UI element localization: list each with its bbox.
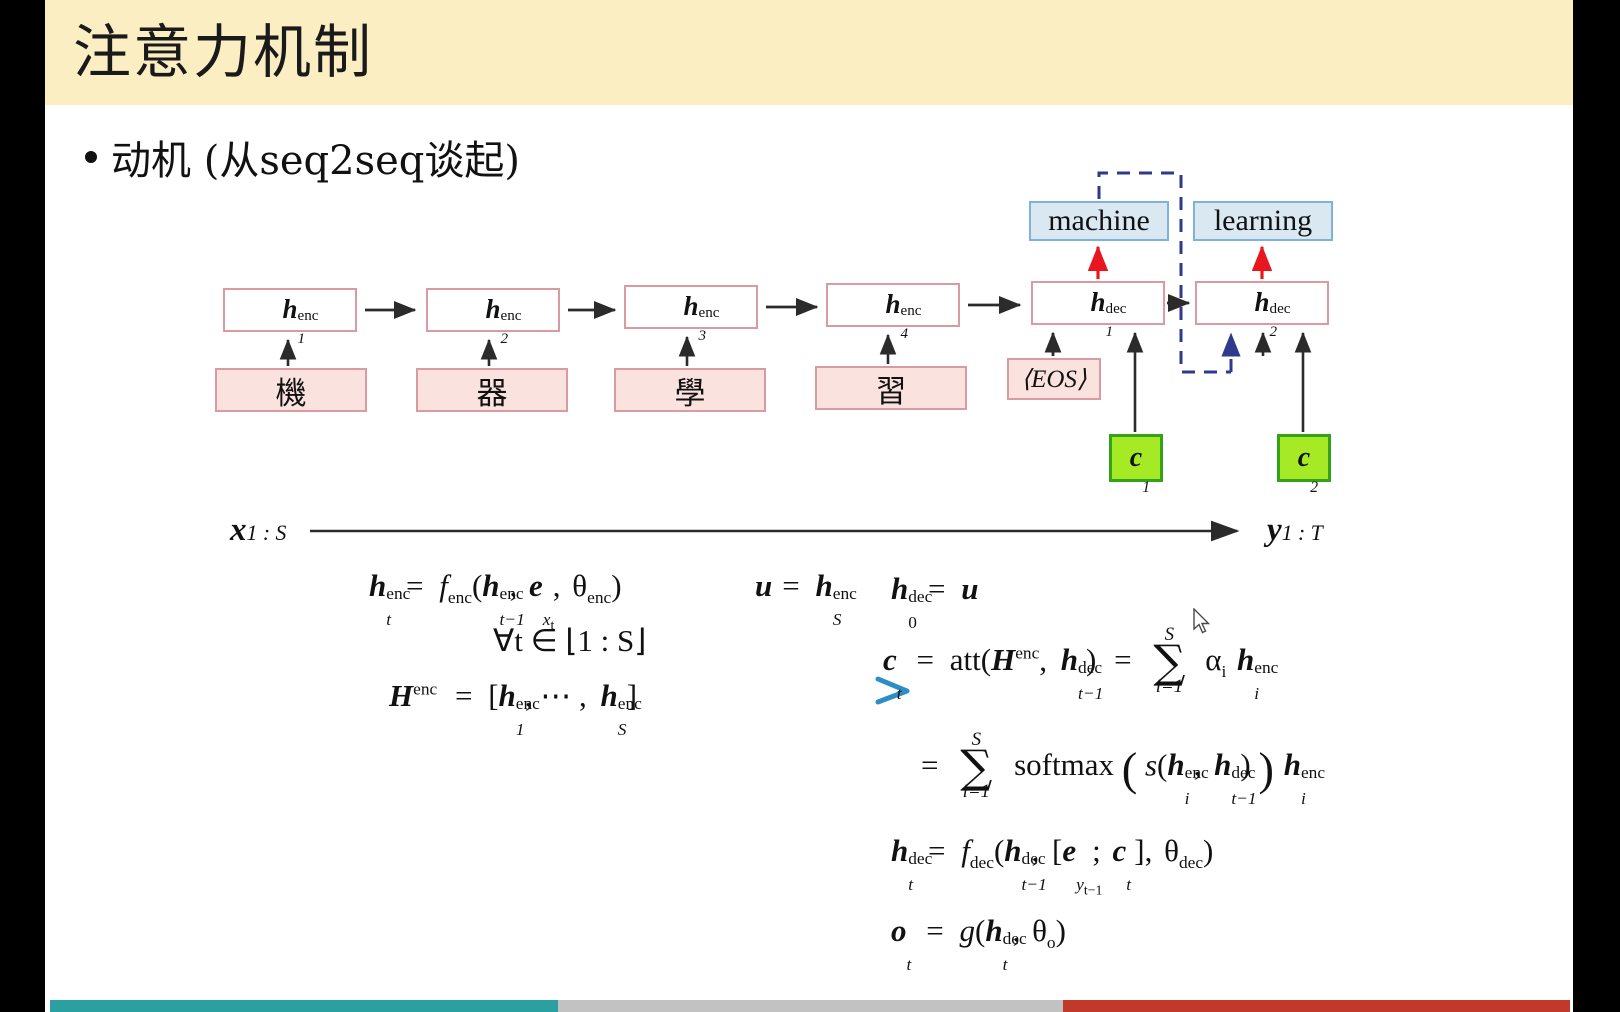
encoder-token-box-2: 器: [416, 368, 568, 412]
context-vector-box-1: c1: [1109, 434, 1163, 496]
context-vector-box-2: c2: [1277, 434, 1331, 496]
axis-label-y: y1 : T: [1267, 512, 1323, 548]
axis-label-x: x1 : S: [230, 512, 287, 548]
enc-sub-2: 2: [500, 331, 509, 348]
encoder-token-2: 器: [476, 375, 508, 412]
slide-screenshot: 注意力机制 动机 (从seq2seq谈起) h enc 1 h enc 2 h enc 3 …: [0, 0, 1620, 1012]
equation-context-line1: ct = att(Henc, h dec t−1) = S ∑ i=1 αi h enc i: [883, 624, 1279, 703]
decoder-output-2: learning: [1213, 204, 1313, 237]
decoder-state-box-2: h dec 2: [1195, 281, 1329, 340]
encoder-state-box-1: h enc 1: [223, 288, 357, 347]
bottom-progress-bar[interactable]: [0, 1000, 1620, 1012]
bar-segment-red[interactable]: [1063, 1000, 1570, 1012]
equation-context-line2: = S ∑ i=1 softmax ( s(h enc i, h dec t−1) ) he…: [921, 729, 1326, 808]
decoder-state-box-1: h dec 1: [1031, 281, 1165, 340]
axis-label-x-sub: 1 : S: [246, 521, 287, 545]
equation-u-def: u = h enc S: [755, 568, 857, 629]
decoder-input-eos: ⟨EOS⟩: [1021, 366, 1087, 393]
equation-output: ot = g(h dec t, θo): [891, 913, 1066, 974]
enc-sub-4: 4: [900, 326, 909, 343]
slide-page: 注意力机制 动机 (从seq2seq谈起) h enc 1 h enc 2 h enc 3 …: [45, 0, 1573, 1012]
decoder-input-box-eos: ⟨EOS⟩: [1007, 358, 1101, 400]
bullet-item: 动机 (从seq2seq谈起): [85, 128, 520, 186]
encoder-token-3: 學: [674, 375, 706, 412]
bullet-marker: [85, 151, 97, 163]
enc-sup-3: enc: [698, 305, 720, 322]
bullet-text: 动机 (从seq2seq谈起): [111, 138, 520, 184]
encoder-token-box-3: 學: [614, 368, 766, 412]
encoder-state-box-2: h enc 2: [426, 288, 560, 347]
equation-encoder-quantifier: ∀t ∈ ⌊1 : S⌋: [493, 623, 647, 658]
dec-sup-2: dec: [1269, 301, 1291, 318]
dec-sup-1: dec: [1105, 301, 1127, 318]
encoder-token-4: 習: [875, 373, 907, 410]
encoder-token-box-4: 習: [815, 366, 967, 410]
encoder-token-1: 機: [275, 375, 307, 412]
page-title: 注意力机制: [73, 18, 374, 86]
bar-segment-teal[interactable]: [50, 1000, 558, 1012]
decoder-output-box-2: learning: [1193, 201, 1333, 241]
encoder-state-box-4: h enc 4: [826, 283, 960, 342]
enc-sup-4: enc: [900, 303, 922, 320]
enc-sup-2: enc: [500, 308, 522, 325]
encoder-token-box-1: 機: [215, 368, 367, 412]
equation-decoder-recurrence: h dec t = fdec(h dec t−1, [e yt−1; c t], θdec): [891, 833, 1214, 899]
enc-sup-1: enc: [297, 308, 319, 325]
equation-h0-def: h dec 0 = u: [891, 571, 979, 632]
encoder-state-box-3: h enc 3: [624, 285, 758, 344]
enc-sub-3: 3: [698, 328, 707, 345]
dec-sub-2: 2: [1269, 324, 1278, 341]
decoder-output-1: machine: [1048, 204, 1150, 237]
dec-sub-1: 1: [1105, 324, 1114, 341]
context-sub-1: 1: [1142, 479, 1151, 497]
equation-encoder-matrix: Henc = [h enc 1, ⋯ , h enc S]: [389, 678, 642, 739]
axis-label-y-sub: 1 : T: [1281, 521, 1323, 545]
equation-encoder-recurrence: h enc t = fenc(h enc t−1, e xt, θenc): [369, 568, 622, 634]
bar-segment-gray[interactable]: [558, 1000, 1063, 1012]
context-sub-2: 2: [1310, 479, 1319, 497]
enc-sub-1: 1: [297, 331, 306, 348]
decoder-output-box-1: machine: [1029, 201, 1169, 241]
